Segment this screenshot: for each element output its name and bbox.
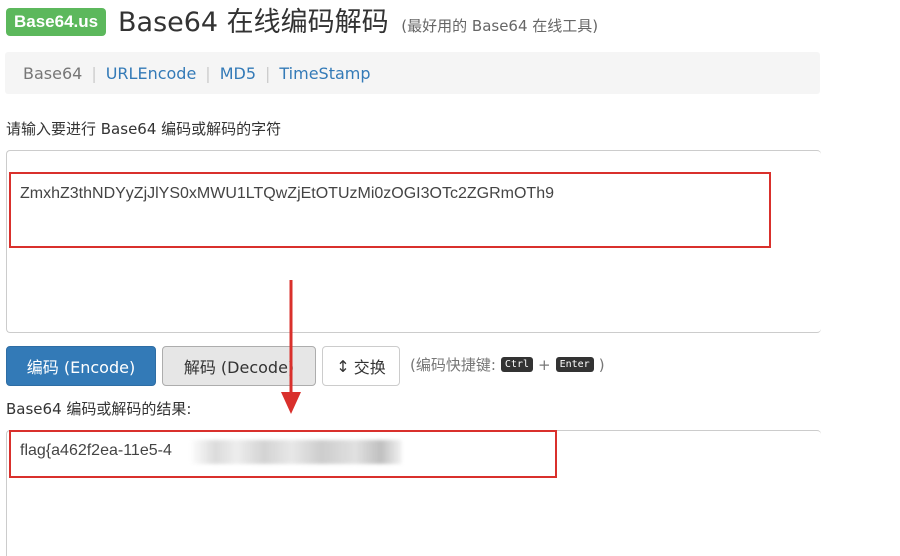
site-logo[interactable]: Base64.us bbox=[6, 8, 107, 36]
page-title-text: Base64 在线编码解码 bbox=[118, 7, 389, 38]
page-subtitle: (最好用的 Base64 在线工具) bbox=[401, 17, 599, 35]
swap-button[interactable]: ↕ 交换 bbox=[322, 346, 400, 386]
red-arrow-icon bbox=[281, 280, 301, 414]
encode-button[interactable]: 编码 (Encode) bbox=[6, 346, 156, 386]
nav-item-timestamp[interactable]: TimeStamp bbox=[279, 64, 370, 83]
swap-button-label: 交换 bbox=[353, 358, 386, 377]
nav-bar: Base64 | URLEncode | MD5 | TimeStamp bbox=[5, 52, 820, 94]
output-highlight-box bbox=[9, 430, 557, 478]
nav-separator: | bbox=[265, 63, 271, 83]
shortcut-suffix: ) bbox=[598, 355, 605, 374]
nav-item-urlencode[interactable]: URLEncode bbox=[106, 64, 197, 83]
kbd-enter: Enter bbox=[555, 357, 594, 372]
page-title: Base64 在线编码解码 (最好用的 Base64 在线工具) bbox=[118, 6, 598, 43]
nav-item-md5[interactable]: MD5 bbox=[220, 64, 256, 83]
input-highlight-box bbox=[9, 172, 771, 248]
nav-separator: | bbox=[205, 63, 211, 83]
nav-separator: | bbox=[91, 63, 97, 83]
shortcut-hint: (编码快捷键: Ctrl + Enter ) bbox=[410, 354, 605, 375]
nav-item-base64[interactable]: Base64 bbox=[23, 64, 82, 83]
input-label: 请输入要进行 Base64 编码或解码的字符 bbox=[6, 120, 282, 138]
shortcut-plus: + bbox=[538, 355, 551, 374]
shortcut-prefix: (编码快捷键: bbox=[410, 356, 496, 374]
up-down-arrows-icon: ↕ bbox=[336, 356, 350, 376]
page: Base64.us Base64 在线编码解码 (最好用的 Base64 在线工… bbox=[0, 0, 900, 556]
output-label: Base64 编码或解码的结果: bbox=[6, 400, 192, 418]
kbd-ctrl: Ctrl bbox=[500, 357, 534, 372]
